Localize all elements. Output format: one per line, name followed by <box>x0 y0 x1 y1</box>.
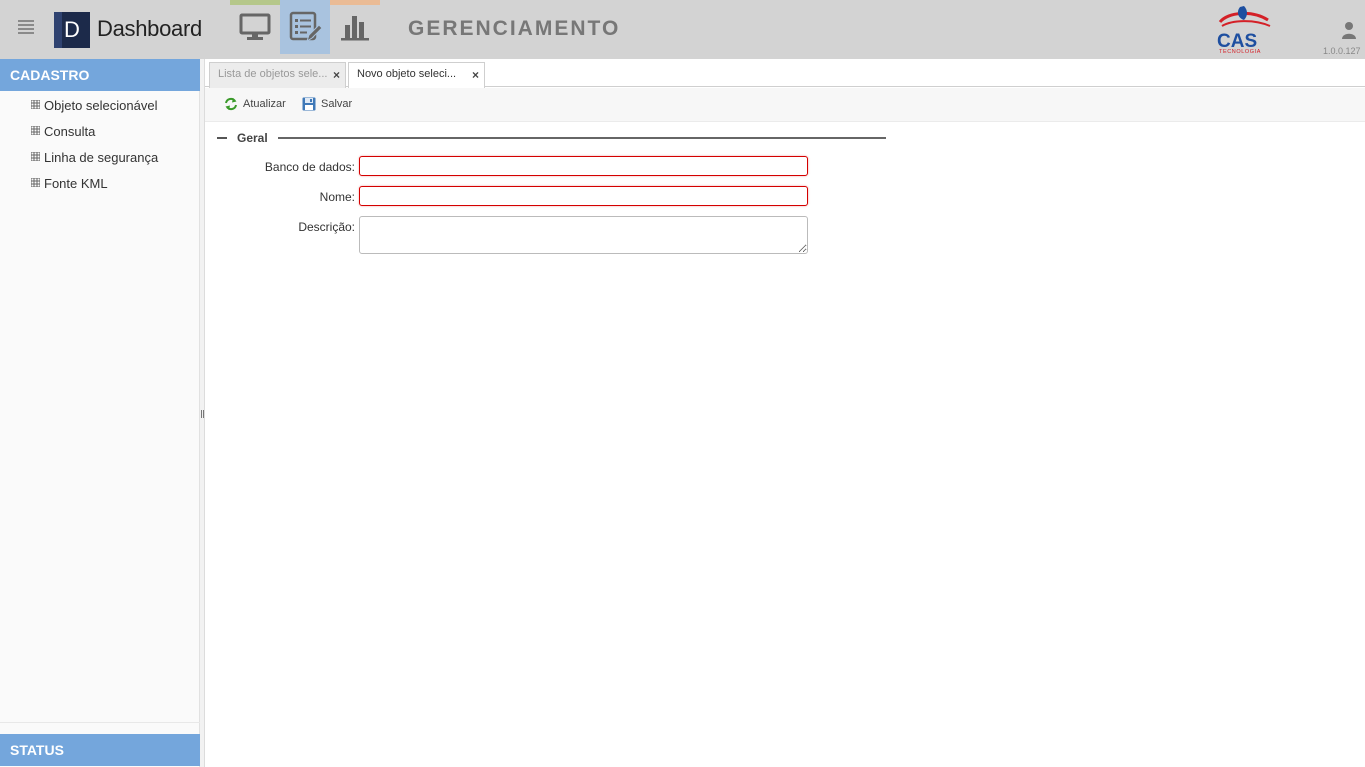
sidebar-item-label: Consulta <box>44 124 96 139</box>
svg-text:TECNOLOGIA: TECNOLOGIA <box>1219 49 1261 54</box>
section-title: GERENCIAMENTO <box>408 17 621 40</box>
sidebar-item-label: Linha de segurança <box>44 150 159 165</box>
collapse-icon[interactable] <box>217 137 227 139</box>
cadastro-menu: Objeto selecionável Consulta Linha de se… <box>0 95 200 199</box>
dashboard-logo: D <box>54 12 90 48</box>
save-button[interactable]: Salvar <box>302 96 352 114</box>
nome-field[interactable] <box>359 186 808 206</box>
sidebar-item-linha-de-seguranca[interactable]: Linha de segurança <box>0 147 200 173</box>
logo-letter: D <box>64 17 80 42</box>
main-content: Lista de objetos sele... × Novo objeto s… <box>205 59 1365 767</box>
sidebar-item-fonte-kml[interactable]: Fonte KML <box>0 173 200 199</box>
fieldset-rule <box>278 137 886 139</box>
bar-chart-icon <box>341 16 369 41</box>
splitter-grip-icon <box>201 410 204 418</box>
sidebar-item-objeto-selecionavel[interactable]: Objeto selecionável <box>0 95 200 121</box>
banco-de-dados-field[interactable] <box>359 156 808 176</box>
close-icon[interactable]: × <box>333 64 340 87</box>
sidebar-item-label: Objeto selecionável <box>44 98 158 113</box>
nome-label: Nome: <box>319 190 355 204</box>
nav-tab-edit[interactable] <box>280 0 330 54</box>
tab-label: Lista de objetos sele... <box>218 68 328 80</box>
status-panel-header[interactable]: STATUS <box>0 734 200 766</box>
app-name: Dashboard <box>97 16 202 41</box>
nav-tab-chart[interactable] <box>330 0 380 54</box>
tab-novo-objeto[interactable]: Novo objeto seleci... × <box>348 62 485 89</box>
refresh-label: Atualizar <box>243 98 286 110</box>
cas-logo: CAS TECNOLOGIA <box>1217 6 1271 54</box>
hamburger-menu-icon[interactable] <box>18 20 34 34</box>
monitor-icon <box>239 13 271 40</box>
sidebar-divider <box>0 722 200 723</box>
edit-list-icon <box>289 11 322 43</box>
grid-icon <box>31 100 40 109</box>
sidebar: CADASTRO Objeto selecionável Consulta Li… <box>0 59 200 767</box>
sidebar-item-label: Fonte KML <box>44 176 108 191</box>
grid-icon <box>31 126 40 135</box>
save-icon <box>302 97 316 111</box>
version-label: 1.0.0.127 <box>1323 46 1361 56</box>
descricao-field[interactable] <box>359 216 808 254</box>
sidebar-item-consulta[interactable]: Consulta <box>0 121 200 147</box>
fieldset-legend: Geral <box>237 131 268 145</box>
tab-lista-objetos[interactable]: Lista de objetos sele... × <box>209 62 346 88</box>
grid-icon <box>31 178 40 187</box>
cadastro-panel-header[interactable]: CADASTRO <box>0 59 200 91</box>
banco-de-dados-label: Banco de dados: <box>264 160 355 174</box>
refresh-button[interactable]: Atualizar <box>224 96 286 114</box>
save-label: Salvar <box>321 98 353 110</box>
top-header: D Dashboard GERENCIAMENTO CAS TECNOLOGIA… <box>0 0 1365 59</box>
tab-bar: Lista de objetos sele... × Novo objeto s… <box>205 59 1365 89</box>
close-icon[interactable]: × <box>472 64 479 87</box>
tab-label: Novo objeto seleci... <box>357 68 457 80</box>
user-icon[interactable] <box>1342 21 1356 39</box>
toolbar: Atualizar Salvar <box>205 88 1365 122</box>
nav-tab-monitor[interactable] <box>230 0 280 54</box>
grid-icon <box>31 152 40 161</box>
descricao-label: Descrição: <box>298 220 355 234</box>
refresh-icon <box>225 97 237 111</box>
fieldset-geral: Geral <box>217 131 887 145</box>
